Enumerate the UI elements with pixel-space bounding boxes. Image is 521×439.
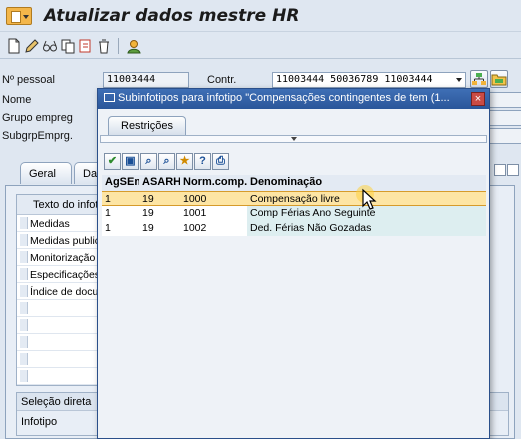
employee-group-label: Grupo empreg bbox=[2, 112, 73, 124]
chevron-down-icon bbox=[456, 78, 462, 82]
grid-header: AgSEm ASARH Norm.comp. Denominação bbox=[102, 175, 486, 191]
tab-general[interactable]: Geral bbox=[20, 162, 72, 184]
application-toolbar bbox=[0, 33, 521, 59]
cell-agsem: 1 bbox=[102, 206, 139, 221]
column-header[interactable]: Norm.comp. bbox=[180, 175, 247, 191]
dialog-tabstrip: Restrições bbox=[98, 113, 489, 137]
sort-icon[interactable]: ★ bbox=[176, 153, 193, 170]
org-chart-icon bbox=[472, 73, 486, 85]
dialog-icon bbox=[104, 93, 115, 102]
tab-restrictions[interactable]: Restrições bbox=[108, 116, 186, 136]
name-label: Nome bbox=[2, 94, 32, 106]
copy-icon[interactable] bbox=[60, 38, 76, 54]
cell-norm-comp: 1001 bbox=[180, 206, 247, 221]
tab-list-icon[interactable] bbox=[507, 164, 519, 176]
find-binoculars-icon[interactable]: ⌕ bbox=[140, 153, 157, 170]
help-icon[interactable]: ? bbox=[194, 153, 211, 170]
find-next-icon[interactable]: ⌕ bbox=[158, 153, 175, 170]
cell-asarh: 19 bbox=[139, 221, 180, 236]
confirm-check-icon[interactable]: ✔ bbox=[104, 153, 121, 170]
employee-subgroup-label: SubgrpEmprg. bbox=[2, 130, 73, 142]
subinfotype-dialog: Subinfotipos para infotipo "Compensações… bbox=[97, 88, 490, 439]
personnel-no-field[interactable]: 11003444 bbox=[103, 72, 189, 88]
cell-denomination: Ded. Férias Não Gozadas bbox=[247, 221, 486, 236]
table-row[interactable]: 1 19 1001 Comp Férias Ano Seguinte bbox=[102, 206, 486, 221]
table-row[interactable]: 1 19 1000 Compensação livre bbox=[102, 191, 486, 206]
delimit-icon[interactable] bbox=[78, 38, 94, 54]
select-icon[interactable]: ▣ bbox=[122, 153, 139, 170]
menu-icon[interactable] bbox=[6, 7, 32, 25]
mouse-cursor-icon bbox=[356, 185, 377, 210]
print-icon[interactable]: ⎙ bbox=[212, 153, 229, 170]
display-glasses-icon[interactable] bbox=[42, 38, 58, 54]
delete-icon[interactable] bbox=[96, 38, 112, 54]
dialog-title-bar: Subinfotipos para infotipo "Compensações… bbox=[98, 89, 489, 109]
contract-dropdown[interactable]: 11003444 50036789 11003444 bbox=[272, 72, 466, 88]
cell-norm-comp: 1000 bbox=[180, 191, 247, 206]
cell-asarh: 19 bbox=[139, 191, 180, 206]
close-button[interactable]: × bbox=[471, 92, 485, 106]
tab-scroll-right-icon[interactable] bbox=[494, 164, 506, 176]
column-header[interactable]: AgSEm bbox=[102, 175, 139, 191]
cell-agsem: 1 bbox=[102, 221, 139, 236]
restrictions-collapse-bar[interactable] bbox=[100, 135, 487, 143]
tab-scroll-buttons bbox=[493, 164, 519, 179]
column-header[interactable]: ASARH bbox=[139, 175, 180, 191]
contract-label: Contr. bbox=[207, 74, 237, 86]
cell-asarh: 19 bbox=[139, 206, 180, 221]
page-title: Atualizar dados mestre HR bbox=[44, 6, 300, 26]
edit-pencil-icon[interactable] bbox=[24, 38, 40, 54]
table-row[interactable]: 1 19 1002 Ded. Férias Não Gozadas bbox=[102, 221, 486, 236]
overview-icon[interactable] bbox=[126, 38, 142, 54]
dialog-title: Subinfotipos para infotipo "Compensações… bbox=[118, 92, 450, 104]
cell-agsem: 1 bbox=[102, 191, 139, 206]
folder-icon bbox=[491, 74, 507, 86]
subinfotype-grid: AgSEm ASARH Norm.comp. Denominação 1 19 … bbox=[102, 175, 486, 236]
personnel-no-label: Nº pessoal bbox=[2, 74, 55, 86]
cell-norm-comp: 1002 bbox=[180, 221, 247, 236]
title-bar: Atualizar dados mestre HR bbox=[0, 0, 521, 32]
toolbar-separator bbox=[118, 38, 119, 54]
contract-value: 11003444 50036789 11003444 bbox=[276, 74, 433, 85]
org-structure-button[interactable] bbox=[470, 70, 488, 88]
create-icon[interactable] bbox=[6, 38, 22, 54]
triangle-down-icon bbox=[291, 137, 297, 141]
person-folder-button[interactable] bbox=[490, 70, 508, 88]
